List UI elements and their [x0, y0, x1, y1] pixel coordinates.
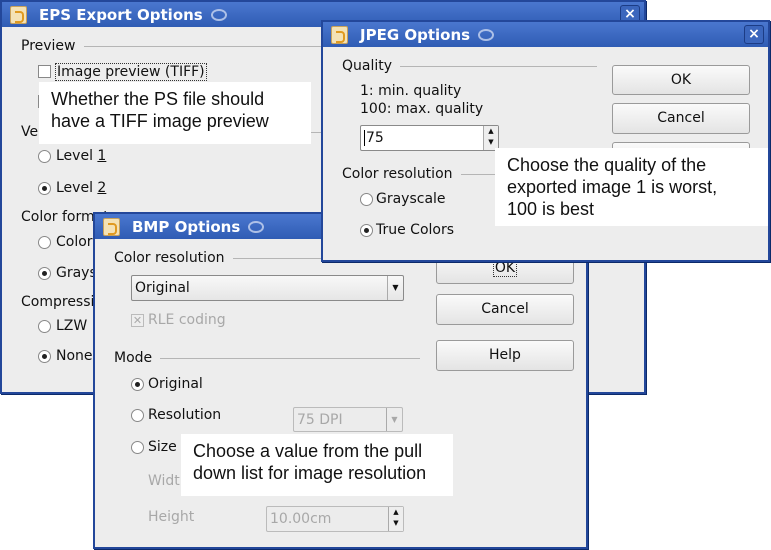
- preview-group-label: Preview: [21, 38, 76, 54]
- chevron-down-icon: ▼: [386, 408, 402, 431]
- swirl-icon: [248, 220, 265, 233]
- spin-buttons[interactable]: ▲ ▼: [483, 126, 498, 150]
- rle-coding-checkbox: ✕: [131, 314, 144, 327]
- height-value: 10.00cm: [270, 511, 332, 527]
- help-button[interactable]: Help: [436, 340, 574, 371]
- level1-num: 1: [97, 148, 107, 164]
- size-radio[interactable]: [131, 441, 144, 454]
- chevron-down-icon[interactable]: ▼: [387, 276, 403, 300]
- cancel-button[interactable]: Cancel: [612, 103, 750, 134]
- grayscale-label[interactable]: Grayscale: [376, 191, 446, 207]
- grayscale-radio[interactable]: [360, 193, 373, 206]
- swirl-icon: [210, 8, 227, 21]
- bmp-options-dialog: BMP Options Color resolution Original ▼ …: [93, 212, 588, 549]
- app-icon: [103, 217, 120, 236]
- height-label: Height: [148, 509, 195, 525]
- close-button[interactable]: ×: [744, 25, 764, 44]
- level1-text: Level: [56, 148, 98, 164]
- image-preview-label[interactable]: Image preview (TIFF): [55, 63, 207, 81]
- min-quality-label: 1: min. quality: [360, 83, 462, 99]
- callout-line: Choose the quality of the: [507, 155, 707, 175]
- none-label[interactable]: None: [56, 348, 93, 364]
- grayscale-radio[interactable]: [38, 267, 51, 280]
- rle-coding-label: RLE coding: [148, 312, 226, 328]
- color-label[interactable]: Color: [56, 234, 93, 250]
- level2-radio[interactable]: [38, 182, 51, 195]
- max-quality-label: 100: max. quality: [360, 101, 484, 117]
- app-icon: [10, 5, 27, 24]
- callout-line: 100 is best: [507, 199, 595, 219]
- color-resolution-group-label: Color resolution: [114, 250, 225, 266]
- cancel-button[interactable]: Cancel: [436, 294, 574, 325]
- callout-line: have a TIFF image preview: [51, 111, 269, 131]
- size-label[interactable]: Size: [148, 439, 177, 455]
- spin-up-icon: ▲: [393, 508, 399, 516]
- callout-line: Choose a value from the pull: [193, 441, 423, 461]
- mode-group-label: Mode: [114, 350, 153, 366]
- color-resolution-dropdown[interactable]: Original ▼: [131, 275, 404, 301]
- app-icon: [331, 25, 348, 44]
- eps-callout: Whether the PS file should have a TIFF i…: [39, 82, 311, 144]
- color-resolution-group-label: Color resolution: [342, 166, 453, 182]
- eps-title: EPS Export Options: [39, 5, 203, 24]
- color-radio[interactable]: [38, 236, 51, 249]
- level2-text: Level: [56, 180, 98, 196]
- level1-radio[interactable]: [38, 150, 51, 163]
- bmp-callout: Choose a value from the pull down list f…: [181, 434, 453, 496]
- quality-spinbox[interactable]: 75 ▲ ▼: [360, 125, 499, 151]
- lzw-label[interactable]: LZW: [56, 318, 87, 334]
- swirl-icon: [478, 28, 495, 41]
- level2-num: 2: [97, 180, 107, 196]
- level2-label[interactable]: Level 2: [56, 180, 106, 196]
- bmp-title: BMP Options: [132, 217, 241, 236]
- spin-up-icon[interactable]: ▲: [484, 126, 498, 137]
- true-colors-label[interactable]: True Colors: [376, 222, 454, 238]
- resolution-dropdown: 75 DPI ▼: [293, 407, 403, 432]
- ok-button[interactable]: OK: [612, 65, 750, 95]
- spin-down-icon: ▼: [393, 519, 399, 527]
- quality-value[interactable]: 75: [364, 130, 384, 146]
- true-colors-radio[interactable]: [360, 224, 373, 237]
- original-radio[interactable]: [131, 378, 144, 391]
- resolution-label[interactable]: Resolution: [148, 407, 221, 423]
- spin-buttons: ▲ ▼: [388, 507, 403, 531]
- callout-line: exported image 1 is worst,: [507, 177, 718, 197]
- resolution-value: 75 DPI: [297, 412, 343, 428]
- help-label: Help: [489, 347, 521, 363]
- color-resolution-value: Original: [135, 280, 190, 296]
- callout-line: down list for image resolution: [193, 463, 427, 483]
- spin-down-icon[interactable]: ▼: [484, 137, 498, 148]
- quality-group-label: Quality: [342, 58, 393, 74]
- level1-label[interactable]: Level 1: [56, 148, 106, 164]
- jpeg-title: JPEG Options: [360, 25, 471, 44]
- image-preview-checkbox[interactable]: [38, 65, 51, 78]
- jpeg-callout: Choose the quality of the exported image…: [495, 148, 768, 226]
- height-spinbox: 10.00cm ▲ ▼: [266, 506, 404, 532]
- none-radio[interactable]: [38, 350, 51, 363]
- callout-line: Whether the PS file should: [51, 89, 265, 109]
- jpeg-titlebar[interactable]: JPEG Options ×: [323, 22, 768, 47]
- original-label[interactable]: Original: [148, 376, 203, 392]
- lzw-radio[interactable]: [38, 320, 51, 333]
- resolution-radio[interactable]: [131, 409, 144, 422]
